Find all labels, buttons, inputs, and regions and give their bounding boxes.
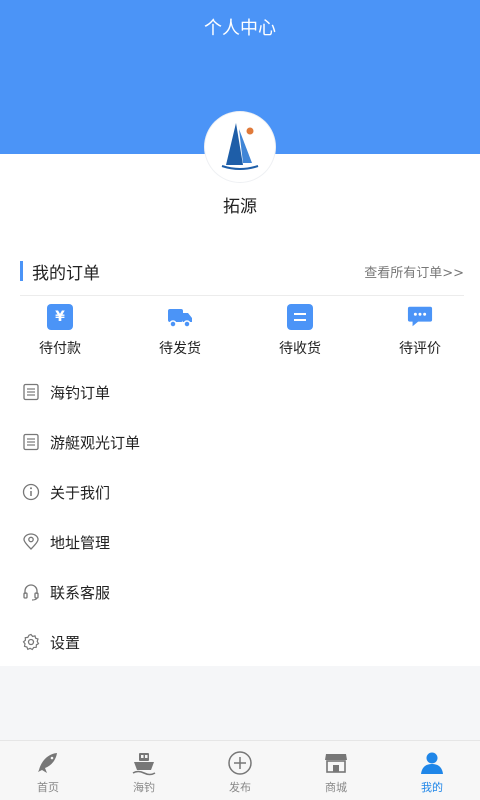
info-icon <box>21 482 41 502</box>
tab-publish[interactable]: 发布 <box>192 741 288 800</box>
accent-bar <box>20 261 23 281</box>
tab-mine[interactable]: 我的 <box>384 741 480 800</box>
user-icon <box>418 749 446 777</box>
menu-label: 海钓订单 <box>50 383 111 402</box>
orders-header: 我的订单 查看所有订单>> <box>20 258 464 284</box>
orders-title: 我的订单 <box>32 263 100 284</box>
status-label: 待收货 <box>279 341 321 357</box>
status-pending-shipment[interactable]: 待发货 <box>120 304 240 360</box>
status-pending-payment[interactable]: ¥ 待付款 <box>0 304 120 360</box>
menu-item-address[interactable]: 地址管理 <box>0 517 480 567</box>
location-icon <box>21 532 41 552</box>
menu-label: 游艇观光订单 <box>50 433 141 452</box>
plus-circle-icon <box>226 749 254 777</box>
headset-icon <box>21 582 41 602</box>
list-icon <box>21 432 41 452</box>
menu-label: 地址管理 <box>50 533 111 552</box>
status-pending-review[interactable]: 待评价 <box>360 304 480 360</box>
menu-item-customer-service[interactable]: 联系客服 <box>0 567 480 617</box>
menu-item-settings[interactable]: 设置 <box>0 617 480 667</box>
menu-item-fishing-orders[interactable]: 海钓订单 <box>0 367 480 417</box>
menu-label: 设置 <box>50 633 81 652</box>
boat-icon <box>130 749 158 777</box>
yen-icon: ¥ <box>47 304 73 330</box>
tab-shop[interactable]: 商城 <box>288 741 384 800</box>
view-all-orders-link[interactable]: 查看所有订单>> <box>364 262 464 281</box>
menu-list: 海钓订单 游艇观光订单 关于我们 地址管理 联系客服 设置 <box>0 367 480 667</box>
fish-icon <box>34 749 62 777</box>
gear-icon <box>21 632 41 652</box>
tab-label: 我的 <box>421 781 443 794</box>
tab-label: 首页 <box>37 781 59 794</box>
menu-item-about[interactable]: 关于我们 <box>0 467 480 517</box>
status-label: 待付款 <box>39 341 81 357</box>
menu-label: 联系客服 <box>50 583 111 602</box>
menu-label: 关于我们 <box>50 483 111 502</box>
bottom-tab-bar: 首页 海钓 发布 商城 我的 <box>0 740 480 800</box>
menu-item-yacht-orders[interactable]: 游艇观光订单 <box>0 417 480 467</box>
sailboat-logo-icon <box>221 123 259 170</box>
receive-icon <box>287 304 313 330</box>
status-label: 待评价 <box>399 341 441 357</box>
shop-icon <box>322 749 350 777</box>
page-title: 个人中心 <box>204 18 276 39</box>
status-label: 待发货 <box>159 341 201 357</box>
comment-icon <box>407 304 433 330</box>
divider <box>20 295 464 296</box>
order-status-row: ¥ 待付款 待发货 待收货 待评价 <box>0 304 480 360</box>
username: 拓源 <box>223 197 257 217</box>
tab-label: 海钓 <box>133 781 155 794</box>
tab-home[interactable]: 首页 <box>0 741 96 800</box>
tab-label: 发布 <box>229 781 251 794</box>
avatar[interactable] <box>205 112 275 182</box>
status-pending-receipt[interactable]: 待收货 <box>240 304 360 360</box>
truck-icon <box>167 304 193 330</box>
tab-fishing[interactable]: 海钓 <box>96 741 192 800</box>
list-icon <box>21 382 41 402</box>
tab-label: 商城 <box>325 781 347 794</box>
